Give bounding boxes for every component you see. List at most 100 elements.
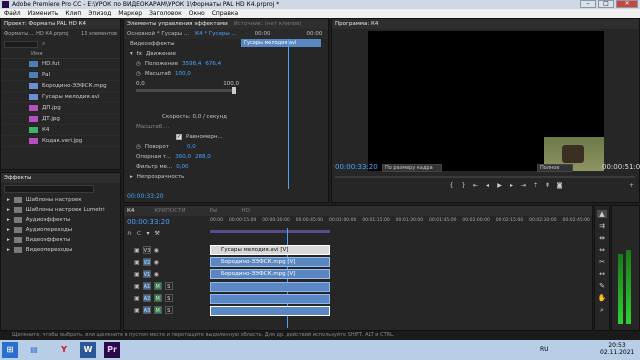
mark-in-icon[interactable]: { [447,182,456,190]
list-item[interactable]: Кодак.veri.jpg [1,136,120,147]
motion-row[interactable]: ▾ fx Движение [124,49,328,59]
tab-sequence-hd[interactable]: HD [242,208,250,214]
stopwatch-icon[interactable]: ◷ [136,71,141,77]
list-item[interactable]: Pal [1,70,120,81]
step-forward-icon[interactable]: ▸ [507,182,516,190]
minimize-button[interactable]: – [580,0,596,8]
tab-source[interactable]: Источник: (нет клипов) [234,21,302,27]
sequence-clip-dropdown[interactable]: К4 * Гусары ... [195,31,236,37]
tab-program[interactable]: Программа: К4 [335,21,378,27]
razor-icon[interactable]: ✂ [599,258,605,266]
extract-icon[interactable]: ⇞ [543,182,552,190]
export-frame-icon[interactable]: ◙ [555,182,564,190]
program-video-frame[interactable] [368,31,604,171]
work-area-bar[interactable] [210,230,330,233]
mute-button[interactable]: M [153,306,162,314]
program-timecode[interactable]: 00:00:33:20 [335,163,378,171]
master-clip-dropdown[interactable]: Основной * Гусары ... [127,31,189,37]
timeline-timecode[interactable]: 00:00:33:20 [127,218,170,226]
premiere-taskbar-icon[interactable]: Pr [104,342,120,358]
clip-v1[interactable]: Бородино-ЭЭФСК.mpg [V] [210,269,330,279]
lock-icon[interactable]: ▣ [134,271,140,278]
menu-file[interactable]: Файл [4,9,21,18]
program-scrub-bar[interactable] [335,176,635,178]
effect-controls-timecode[interactable]: 00:00:33:20 [127,193,164,200]
clock[interactable]: 20:53 02.11.2021 [600,342,634,356]
track-select-icon[interactable]: ⇉ [599,222,605,230]
stopwatch-icon[interactable]: ◷ [136,61,141,67]
resolution-dropdown[interactable]: Полное [537,164,573,172]
mark-out-icon[interactable]: } [459,182,468,190]
add-button-icon[interactable]: + [629,182,634,189]
effects-search-input[interactable] [4,185,94,193]
uniform-scale-row[interactable]: ✓ Равномерн... [124,132,328,142]
settings-wrench-icon[interactable]: ⚒ [154,230,159,237]
effects-folder[interactable]: ▸ Аудиоэффекты [1,215,120,225]
lock-icon[interactable]: ▣ [134,295,140,302]
lock-icon[interactable]: ▣ [134,307,140,314]
tab-sequence-k4[interactable]: К4 [127,208,134,214]
word-icon[interactable]: W [80,342,96,358]
project-search-input[interactable] [4,40,38,48]
eye-icon[interactable]: ◉ [154,271,159,278]
clip-a3[interactable] [210,306,330,316]
effects-folder[interactable]: ▸ Шаблоны настроек Lumetri [1,205,120,215]
pen-icon[interactable]: ✎ [599,282,605,290]
step-back-icon[interactable]: ◂ [483,182,492,190]
play-icon[interactable]: ▶ [495,182,504,190]
effects-folder[interactable]: ▸ Видеоэффекты [1,235,120,245]
list-item[interactable]: ДП.jpg [1,103,120,114]
clip-a1[interactable] [210,282,330,292]
menu-marker[interactable]: Маркер [118,9,142,18]
rate-stretch-icon[interactable]: ⇔ [599,246,605,254]
explorer-icon[interactable]: ▤ [26,342,42,358]
opacity-row[interactable]: ▸ Непрозрачность [124,172,328,182]
lift-icon[interactable]: ⇡ [531,182,540,190]
zoom-fit-dropdown[interactable]: По размеру кадра [382,164,442,172]
scale-row[interactable]: ◷ Масштаб 100,0 [124,69,328,79]
zoom-icon[interactable]: ⌕ [600,306,604,315]
go-to-in-icon[interactable]: ⇤ [471,182,480,190]
rotation-row[interactable]: ◷ Поворот 0,0 [124,142,328,152]
anchor-row[interactable]: Опорная т... 360,0 288,0 [124,152,328,162]
uniform-scale-checkbox[interactable]: ✓ [176,134,182,140]
position-row[interactable]: ◷ Положение 3598,4 676,4 [124,59,328,69]
list-item[interactable]: Гусары мелодия.avi [1,92,120,103]
lock-icon[interactable]: ▣ [134,259,140,266]
list-item[interactable]: HD.fut [1,59,120,70]
language-indicator[interactable]: RU [540,346,549,353]
tab-effects[interactable]: Эффекты [4,175,32,181]
hand-icon[interactable]: ✋ [598,294,607,302]
menu-clip[interactable]: Клип [65,9,81,18]
menu-sequence[interactable]: Эпизод [88,9,111,18]
menu-title[interactable]: Заголовок [149,9,182,18]
lock-icon[interactable]: ▣ [134,283,140,290]
start-button-icon[interactable]: ⊞ [2,342,18,358]
maximize-button[interactable]: □ [598,0,614,8]
timeline-ruler[interactable]: 00:00 00:00:15:00 00:00:30:00 00:00:45:0… [210,218,590,238]
mute-button[interactable]: M [153,282,162,290]
menu-help[interactable]: Справка [212,9,238,18]
ripple-edit-icon[interactable]: ⇹ [599,234,605,242]
go-to-out-icon[interactable]: ⇥ [519,182,528,190]
tab-sequence-kriposti[interactable]: КРИПОСТИ [154,208,185,214]
column-name-header[interactable]: Имя [31,51,43,57]
snap-icon[interactable]: ∩ [127,230,131,237]
tab-sequence-pal[interactable]: Pal [210,208,218,214]
menu-edit[interactable]: Изменить [28,9,59,18]
tab-project[interactable]: Проект: Форматы PAL HD К4 [4,21,86,27]
menu-window[interactable]: Окно [189,9,205,18]
effects-folder[interactable]: ▸ Аудиопереходы [1,225,120,235]
slip-icon[interactable]: ↔ [599,270,605,278]
selection-tool-icon[interactable]: ▲ [597,210,607,218]
eye-icon[interactable]: ◉ [154,247,159,254]
flicker-row[interactable]: Фильтр ме... 0,00 [124,162,328,172]
scale-width-row[interactable]: Масштаб ... [124,122,328,132]
linked-selection-icon[interactable]: ⊂ [136,230,141,237]
lock-icon[interactable]: ▣ [134,247,140,254]
effects-folder[interactable]: ▸ Видеопереходы [1,245,120,255]
solo-button[interactable]: S [164,282,173,290]
clip-v3[interactable]: Гусары мелодия.avi [V] [210,245,330,255]
effects-folder[interactable]: ▸ Шаблоны настроек [1,195,120,205]
close-button[interactable]: ✕ [616,0,638,8]
